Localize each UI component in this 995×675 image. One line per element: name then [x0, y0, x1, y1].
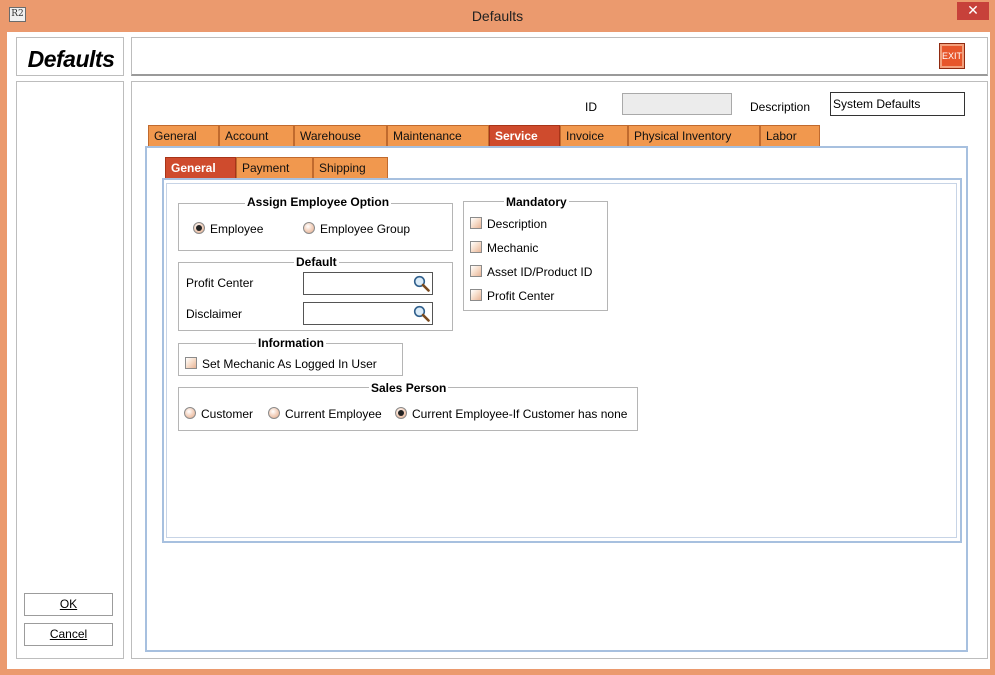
- radio-customer-label[interactable]: Customer: [201, 407, 253, 421]
- mandatory-mechanic-checkbox[interactable]: [470, 241, 482, 253]
- ok-button[interactable]: OK: [24, 593, 113, 616]
- mandatory-description-label[interactable]: Description: [487, 217, 547, 231]
- radio-current-employee-if-none-label[interactable]: Current Employee-If Customer has none: [412, 407, 627, 421]
- tab-physical-inventory[interactable]: Physical Inventory: [628, 125, 760, 146]
- exit-button[interactable]: EXIT: [939, 43, 965, 69]
- mandatory-mechanic-label[interactable]: Mechanic: [487, 241, 538, 255]
- mandatory-asset-id-label[interactable]: Asset ID/Product ID: [487, 265, 592, 279]
- window-title: Defaults: [471, 8, 524, 24]
- page-heading: Defaults: [27, 46, 115, 72]
- subtab-general[interactable]: General: [165, 157, 236, 178]
- information-title: Information: [256, 336, 326, 350]
- description-input[interactable]: System Defaults: [830, 92, 965, 116]
- search-icon[interactable]: [413, 305, 430, 322]
- assign-employee-title: Assign Employee Option: [245, 195, 392, 209]
- tab-invoice[interactable]: Invoice: [560, 125, 628, 146]
- radio-employee-label[interactable]: Employee: [210, 222, 263, 236]
- set-mechanic-checkbox[interactable]: [185, 357, 197, 369]
- tab-maintenance[interactable]: Maintenance: [387, 125, 489, 146]
- radio-employee[interactable]: [193, 222, 205, 234]
- disclaimer-label: Disclaimer: [186, 307, 243, 321]
- tab-account[interactable]: Account: [219, 125, 294, 146]
- tab-service[interactable]: Service: [489, 125, 560, 146]
- tab-general[interactable]: General: [148, 125, 219, 146]
- default-title: Default: [294, 255, 339, 269]
- mandatory-profit-center-label[interactable]: Profit Center: [487, 289, 554, 303]
- heading-box: Defaults: [16, 37, 124, 76]
- subtab-shipping[interactable]: Shipping: [313, 157, 388, 178]
- toolbar: EXIT: [131, 37, 988, 76]
- radio-employee-group[interactable]: [303, 222, 315, 234]
- radio-current-employee-if-none[interactable]: [395, 407, 407, 419]
- radio-employee-group-label[interactable]: Employee Group: [320, 222, 410, 236]
- tab-labor[interactable]: Labor: [760, 125, 820, 146]
- search-icon[interactable]: [413, 275, 430, 292]
- id-input[interactable]: [622, 93, 732, 115]
- sales-person-title: Sales Person: [369, 381, 449, 395]
- left-panel: OK Cancel: [16, 81, 124, 659]
- set-mechanic-label[interactable]: Set Mechanic As Logged In User: [202, 357, 377, 371]
- close-window-button[interactable]: ✕: [957, 2, 989, 20]
- profit-center-label: Profit Center: [186, 276, 254, 290]
- mandatory-description-checkbox[interactable]: [470, 217, 482, 229]
- radio-customer[interactable]: [184, 407, 196, 419]
- radio-current-employee[interactable]: [268, 407, 280, 419]
- cancel-button[interactable]: Cancel: [24, 623, 113, 646]
- disclaimer-lookup[interactable]: [303, 302, 433, 325]
- tab-warehouse[interactable]: Warehouse: [294, 125, 387, 146]
- subtab-payment[interactable]: Payment: [236, 157, 313, 178]
- mandatory-title: Mandatory: [504, 195, 569, 209]
- id-label: ID: [585, 100, 597, 114]
- radio-current-employee-label[interactable]: Current Employee: [285, 407, 382, 421]
- mandatory-asset-id-checkbox[interactable]: [470, 265, 482, 277]
- profit-center-lookup[interactable]: [303, 272, 433, 295]
- mandatory-profit-center-checkbox[interactable]: [470, 289, 482, 301]
- description-label: Description: [750, 100, 811, 114]
